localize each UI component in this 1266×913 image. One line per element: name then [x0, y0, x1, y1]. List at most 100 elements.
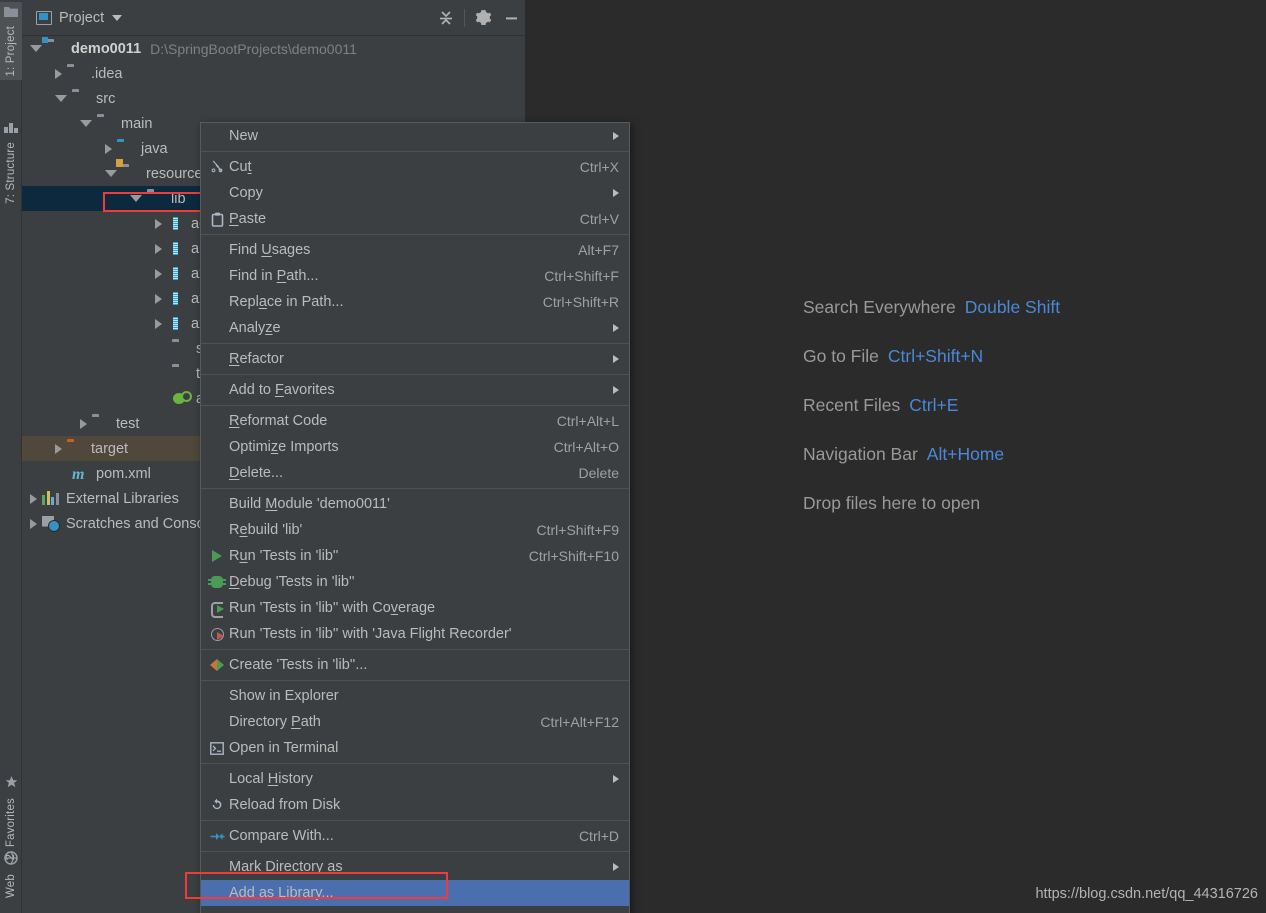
menu-item-label: Cut	[229, 159, 252, 175]
sidebar-item-structure[interactable]: 7: Structure	[0, 118, 22, 207]
menu-item-shortcut: Ctrl+Alt+F12	[540, 714, 619, 730]
menu-separator	[201, 488, 629, 489]
chevron-down-icon[interactable]	[105, 170, 117, 177]
chevron-right-icon[interactable]	[80, 418, 87, 429]
tree-row[interactable]: .idea	[22, 61, 525, 86]
editor-hint-row: Search Everywhere Double Shift	[803, 292, 1243, 341]
submenu-arrow-icon	[613, 775, 619, 783]
menu-item[interactable]: Show in Explorer	[201, 683, 629, 709]
menu-item-label: Directory Path	[229, 714, 321, 730]
menu-item-shortcut: Ctrl+V	[579, 211, 619, 227]
menu-item-icon-spacer	[205, 266, 229, 286]
project-panel-header: Project	[22, 0, 525, 36]
jar-file-icon	[167, 316, 185, 332]
chevron-right-icon[interactable]	[155, 218, 162, 229]
menu-item-icon-spacer	[205, 292, 229, 312]
folder-icon	[97, 116, 115, 132]
settings-button[interactable]	[469, 3, 497, 33]
minimize-button[interactable]	[497, 3, 525, 33]
menu-item[interactable]: Add as Library...	[201, 880, 629, 906]
jar-file-icon	[167, 291, 185, 307]
tree-row-label: .idea	[91, 65, 123, 82]
menu-item-shortcut: Ctrl+Shift+R	[542, 294, 619, 310]
chevron-down-icon[interactable]	[80, 120, 92, 127]
sidebar-item-project[interactable]: 1: Project	[0, 2, 22, 80]
chevron-right-icon[interactable]	[105, 143, 112, 154]
chevron-right-icon[interactable]	[30, 518, 37, 529]
menu-item[interactable]: Rebuild 'lib' Ctrl+Shift+F9	[201, 517, 629, 543]
folder-icon	[172, 366, 190, 382]
menu-item-icon-spacer	[205, 909, 229, 913]
module-folder-icon	[42, 36, 65, 57]
menu-item-label: Reformat Code	[229, 413, 328, 429]
menu-item-icon-spacer	[205, 769, 229, 789]
menu-item[interactable]: Debug 'Tests in 'lib''	[201, 569, 629, 595]
menu-item[interactable]: Build Module 'demo0011'	[201, 491, 629, 517]
menu-item[interactable]: Directory Path Ctrl+Alt+F12	[201, 709, 629, 735]
menu-item[interactable]: Run 'Tests in 'lib'' with Coverage	[201, 595, 629, 621]
menu-item[interactable]: Open in Terminal	[201, 735, 629, 761]
menu-item[interactable]: Cut Ctrl+X	[201, 154, 629, 180]
menu-item[interactable]: Paste Ctrl+V	[201, 206, 629, 232]
menu-item-label: Reload from Disk	[229, 797, 341, 813]
sidebar-item-web[interactable]: Web	[0, 848, 22, 901]
menu-item[interactable]: Optimize Imports Ctrl+Alt+O	[201, 434, 629, 460]
star-icon	[4, 775, 19, 792]
menu-item[interactable]: Compare With... Ctrl+D	[201, 823, 629, 849]
menu-separator	[201, 763, 629, 764]
chevron-right-icon[interactable]	[30, 493, 37, 504]
chevron-down-icon[interactable]	[55, 95, 67, 102]
editor-hint-shortcut: Double Shift	[964, 297, 1061, 317]
menu-item[interactable]: Find Usages Alt+F7	[201, 237, 629, 263]
chevron-down-icon[interactable]	[30, 45, 42, 52]
menu-item-label: Paste	[229, 211, 267, 227]
menu-separator	[201, 234, 629, 235]
tool-window-stripe-left: 1: Project 7: Structure 2: Favorites Web	[0, 0, 22, 913]
menu-item[interactable]: Copy	[201, 180, 629, 206]
menu-item[interactable]: Remove BOM	[201, 906, 629, 913]
minimize-icon	[506, 16, 517, 19]
chevron-right-icon[interactable]	[155, 318, 162, 329]
menu-separator	[201, 374, 629, 375]
menu-item[interactable]: Refactor	[201, 346, 629, 372]
menu-item[interactable]: Replace in Path... Ctrl+Shift+R	[201, 289, 629, 315]
menu-item-label: Mark Directory as	[229, 859, 343, 875]
folder-icon	[72, 91, 90, 107]
menu-item-label: Local History	[229, 771, 313, 787]
tree-row[interactable]: demo0011 D:\SpringBootProjects\demo0011	[22, 36, 525, 61]
spring-properties-icon	[172, 391, 190, 407]
menu-item[interactable]: Run 'Tests in 'lib'' Ctrl+Shift+F10	[201, 543, 629, 569]
chevron-down-icon[interactable]	[112, 14, 123, 21]
terminal-icon	[205, 738, 229, 758]
menu-item-icon-spacer	[205, 126, 229, 146]
menu-item[interactable]: Mark Directory as	[201, 854, 629, 880]
chevron-right-icon[interactable]	[55, 443, 62, 454]
menu-item-shortcut: Ctrl+Alt+O	[553, 439, 619, 455]
menu-item[interactable]: Add to Favorites	[201, 377, 629, 403]
collapse-all-button[interactable]	[432, 3, 460, 33]
gear-icon	[475, 10, 491, 25]
tree-row-label: target	[91, 440, 129, 457]
context-menu[interactable]: New Cut Ctrl+X Copy Paste Ctrl+V Find Usages Al…	[200, 122, 630, 913]
menu-item-icon-spacer	[205, 411, 229, 431]
menu-item[interactable]: Run 'Tests in 'lib'' with 'Java Flight R…	[201, 621, 629, 647]
chevron-right-icon[interactable]	[155, 268, 162, 279]
menu-item[interactable]: Local History	[201, 766, 629, 792]
chevron-right-icon[interactable]	[155, 243, 162, 254]
chevron-down-icon[interactable]	[130, 195, 142, 202]
menu-item[interactable]: Delete... Delete	[201, 460, 629, 486]
menu-item[interactable]: Create 'Tests in 'lib''...	[201, 652, 629, 678]
menu-item-label: Compare With...	[229, 828, 334, 844]
editor-hint-label: Drop files here to open	[803, 493, 981, 513]
submenu-arrow-icon	[613, 386, 619, 394]
menu-item[interactable]: Reload from Disk	[201, 792, 629, 818]
menu-item-label: Debug 'Tests in 'lib''	[229, 574, 355, 590]
menu-item[interactable]: Analyze	[201, 315, 629, 341]
menu-item[interactable]: Find in Path... Ctrl+Shift+F	[201, 263, 629, 289]
menu-item[interactable]: New	[201, 123, 629, 149]
chevron-right-icon[interactable]	[155, 293, 162, 304]
menu-item[interactable]: Reformat Code Ctrl+Alt+L	[201, 408, 629, 434]
tree-row[interactable]: src	[22, 86, 525, 111]
folder-icon	[67, 66, 85, 82]
chevron-right-icon[interactable]	[55, 68, 62, 79]
